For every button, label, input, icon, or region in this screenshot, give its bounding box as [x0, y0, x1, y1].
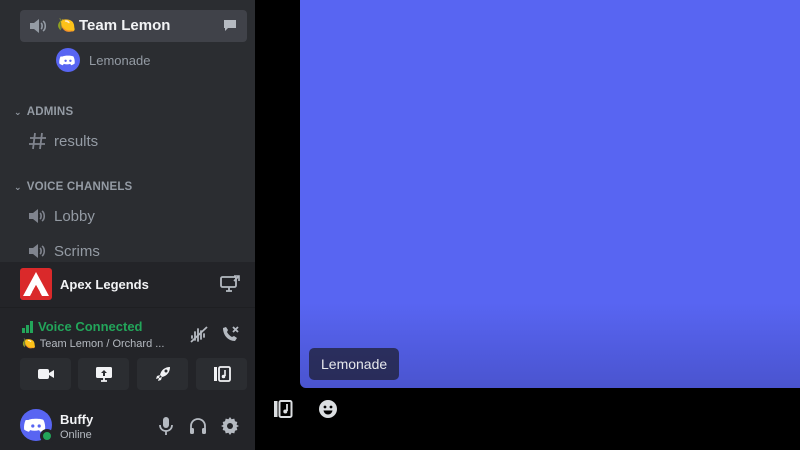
participant-name-tag: Lemonade	[309, 348, 400, 380]
headphones-icon[interactable]	[188, 416, 208, 436]
channel-sidebar: 🍋 Team Lemon Lemonade ⌄ ADMINS results ⌄…	[0, 0, 255, 450]
speaker-icon	[30, 19, 47, 33]
speaker-icon	[29, 244, 46, 258]
activity-launcher-button[interactable]	[137, 358, 188, 390]
category-voice-channels[interactable]: ⌄ VOICE CHANNELS	[14, 181, 132, 193]
channel-label: results	[54, 132, 99, 150]
microphone-icon[interactable]	[156, 416, 176, 436]
disconnect-call-icon[interactable]	[220, 324, 240, 344]
category-admins[interactable]: ⌄ ADMINS	[14, 106, 73, 118]
screen-share-icon	[95, 367, 112, 382]
lemon-emoji: 🍋	[22, 338, 36, 350]
voice-location[interactable]: 🍋 Team Lemon / Orchard ...	[22, 337, 165, 351]
soundboard-icon[interactable]	[273, 399, 293, 419]
stream-screen-icon[interactable]	[220, 275, 240, 293]
channel-list: 🍋 Team Lemon Lemonade ⌄ ADMINS results ⌄…	[0, 0, 255, 262]
voice-connection-panel: Voice Connected 🍋 Team Lemon / Orchard .…	[0, 308, 255, 400]
camera-icon	[37, 369, 54, 379]
online-status-dot	[40, 429, 54, 443]
voice-status-text: Voice Connected	[38, 319, 143, 334]
emoji-icon[interactable]	[318, 399, 338, 419]
user-status-text: Online	[60, 429, 92, 441]
activity-rocket-icon	[155, 367, 170, 381]
speaker-icon	[29, 209, 46, 223]
channel-label: Lobby	[54, 207, 95, 225]
lemon-emoji: 🍋	[57, 17, 76, 34]
member-name: Lemonade	[89, 52, 151, 68]
voice-channel-team-lemon[interactable]: 🍋 Team Lemon	[20, 10, 247, 42]
voice-channel-scrims[interactable]: Scrims	[28, 240, 100, 262]
voice-channel-lobby[interactable]: Lobby	[28, 205, 95, 227]
apex-legends-logo	[20, 268, 52, 300]
gear-icon[interactable]	[220, 416, 240, 436]
voice-location-text: Team Lemon / Orchard ...	[39, 337, 165, 350]
avatar	[56, 48, 80, 72]
hashtag-icon	[29, 132, 46, 150]
activity-panel: Apex Legends	[0, 262, 255, 308]
voice-member-lemonade[interactable]: Lemonade	[56, 47, 150, 73]
noise-suppression-icon[interactable]	[189, 324, 209, 344]
video-stage-tile[interactable]: Lemonade	[300, 0, 800, 388]
voice-status[interactable]: Voice Connected	[22, 319, 143, 334]
soundboard-button[interactable]	[196, 358, 247, 390]
discord-logo-icon	[59, 55, 75, 66]
user-panel: Buffy Online	[0, 400, 255, 450]
username: Buffy	[60, 412, 94, 427]
chat-bubble-icon[interactable]	[223, 19, 237, 32]
screen-share-button[interactable]	[78, 358, 129, 390]
chevron-down-icon: ⌄	[14, 181, 22, 192]
category-label: ADMINS	[26, 106, 74, 118]
camera-button[interactable]	[20, 358, 71, 390]
participant-name: Lemonade	[321, 356, 388, 372]
text-channel-results[interactable]: results	[28, 130, 98, 152]
voice-channel-name: Team Lemon	[79, 17, 171, 34]
signal-bars-icon	[22, 320, 34, 333]
soundboard-icon	[213, 366, 231, 382]
channel-label: Scrims	[54, 242, 100, 260]
chevron-down-icon: ⌄	[14, 106, 22, 117]
category-label: VOICE CHANNELS	[26, 181, 133, 193]
activity-name: Apex Legends	[60, 277, 149, 292]
